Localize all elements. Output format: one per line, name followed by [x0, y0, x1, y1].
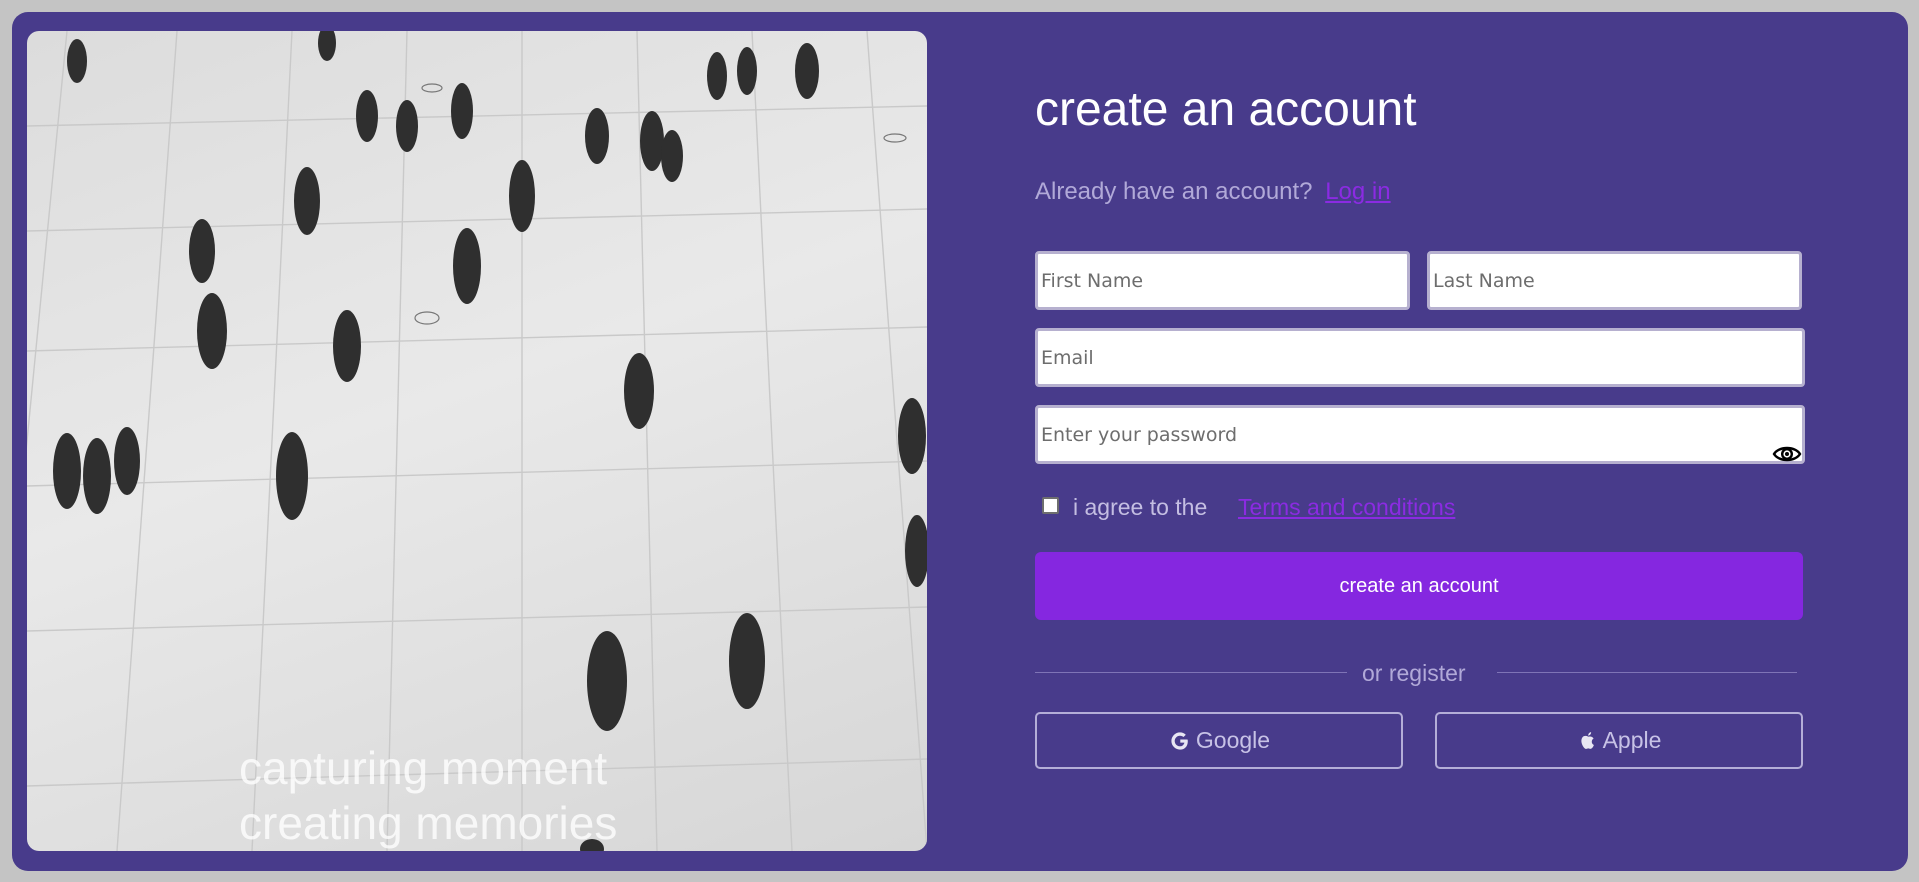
hero-image: capturing moment creating memories	[27, 31, 927, 851]
login-prompt-row: Already have an account? Log in	[1035, 178, 1391, 206]
apple-icon	[1580, 731, 1594, 749]
login-link[interactable]: Log in	[1325, 178, 1390, 205]
divider-line-left	[1035, 672, 1347, 673]
hero-caption: capturing moment creating memories	[239, 741, 617, 851]
terms-link[interactable]: Terms and conditions	[1238, 494, 1455, 521]
caption-line-1: capturing moment	[239, 742, 608, 794]
email-input[interactable]	[1035, 328, 1805, 387]
apple-button-label: Apple	[1602, 727, 1662, 753]
caption-line-2: creating memories	[239, 797, 618, 849]
create-account-button[interactable]: create an account	[1035, 552, 1803, 620]
terms-checkbox[interactable]	[1042, 497, 1059, 514]
first-name-input[interactable]	[1035, 251, 1410, 310]
login-prompt: Already have an account?	[1035, 178, 1313, 205]
password-input[interactable]	[1035, 405, 1805, 464]
divider-text: or register	[1362, 660, 1466, 686]
apple-button[interactable]: Apple	[1435, 712, 1803, 769]
google-icon	[1171, 731, 1188, 750]
google-button[interactable]: Google	[1035, 712, 1403, 769]
page-title: create an account	[1035, 83, 1417, 136]
divider-line-right	[1497, 672, 1797, 673]
crowd-photo	[27, 31, 927, 851]
agree-text: i agree to the	[1073, 494, 1208, 520]
last-name-input[interactable]	[1427, 251, 1802, 310]
signup-card: capturing moment creating memories creat…	[12, 12, 1908, 871]
or-register-divider: or register	[1035, 660, 1797, 686]
google-button-label: Google	[1195, 727, 1271, 753]
eye-icon[interactable]	[1772, 442, 1802, 466]
